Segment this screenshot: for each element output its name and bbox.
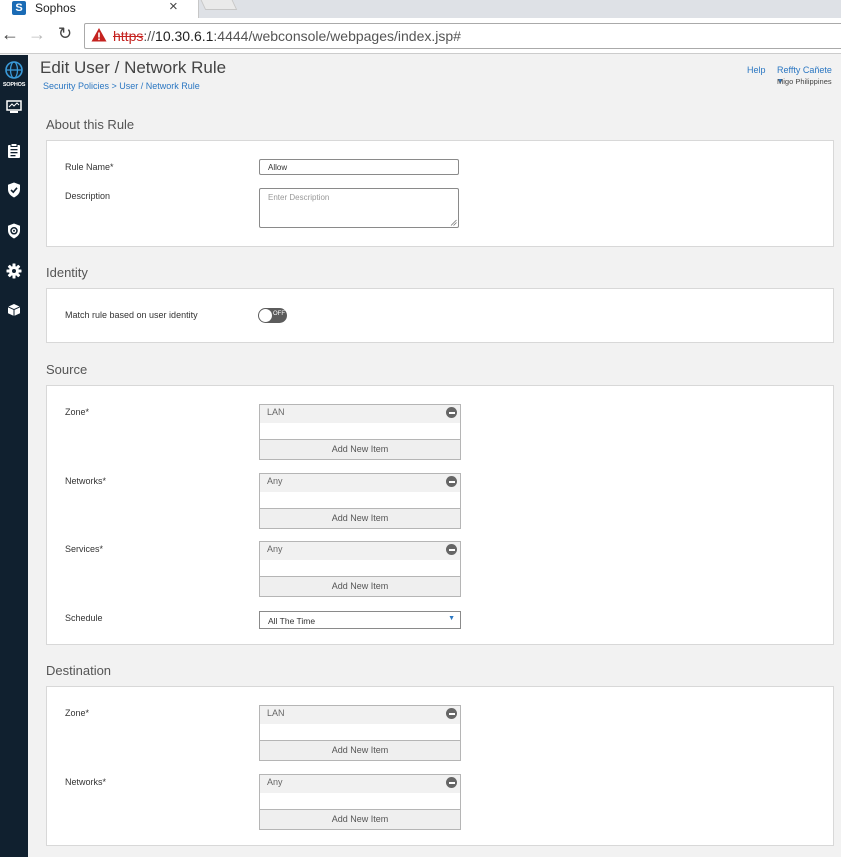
chevron-down-icon: ▼ <box>448 615 455 622</box>
tab-title: Sophos <box>35 1 76 15</box>
schedule-selected-value: All The Time <box>268 616 316 626</box>
destination-zone-label: Zone* <box>65 708 90 718</box>
not-secure-warning-icon <box>91 28 107 42</box>
list-item: Any <box>260 542 460 560</box>
destination-networks-label: Networks* <box>65 777 107 787</box>
tab-close-icon[interactable]: × <box>169 0 178 15</box>
remove-icon[interactable] <box>446 777 457 788</box>
page-title: Edit User / Network Rule <box>40 58 227 77</box>
source-section-title: Source <box>46 362 88 377</box>
schedule-label: Schedule <box>65 613 103 623</box>
services-list: Any Add New Item <box>259 541 461 597</box>
list-item: LAN <box>260 706 460 724</box>
source-zone-list: LAN Add New Item <box>259 404 461 460</box>
browser-tab-bar: S Sophos × <box>0 0 841 18</box>
remove-icon[interactable] <box>446 407 457 418</box>
match-identity-toggle[interactable]: OFF <box>258 308 287 323</box>
reports-icon[interactable] <box>4 143 24 163</box>
list-item: LAN <box>260 405 460 423</box>
source-zone-value: LAN <box>267 407 285 417</box>
destination-zone-list: LAN Add New Item <box>259 705 461 761</box>
destination-networks-list: Any Add New Item <box>259 774 461 830</box>
url-text: https://10.30.6.1:4444/webconsole/webpag… <box>113 28 461 44</box>
list-item: Any <box>260 474 460 492</box>
source-networks-add-button[interactable]: Add New Item <box>260 508 460 528</box>
user-name: Reffty Cañete <box>777 65 832 75</box>
services-add-button[interactable]: Add New Item <box>260 576 460 596</box>
remove-icon[interactable] <box>446 544 457 555</box>
shield-check-icon[interactable] <box>4 182 24 202</box>
box-icon[interactable] <box>4 303 24 323</box>
breadcrumb[interactable]: Security Policies > User / Network Rule <box>43 81 200 91</box>
list-item: Any <box>260 775 460 793</box>
sophos-logo[interactable]: SOPHOS <box>0 58 28 90</box>
destination-zone-add-button[interactable]: Add New Item <box>260 740 460 760</box>
description-label: Description <box>65 191 111 201</box>
destination-zone-value: LAN <box>267 708 285 718</box>
address-bar[interactable]: https://10.30.6.1:4444/webconsole/webpag… <box>84 23 841 49</box>
back-arrow-icon[interactable]: ← <box>0 24 20 45</box>
toggle-state-text: OFF <box>273 311 285 317</box>
source-networks-value: Any <box>267 476 283 486</box>
destination-networks-value: Any <box>267 777 283 787</box>
destination-networks-add-button[interactable]: Add New Item <box>260 809 460 829</box>
protection-icon[interactable] <box>4 223 24 243</box>
services-value: Any <box>267 544 283 554</box>
reload-icon[interactable]: ↻ <box>55 24 75 44</box>
globe-icon <box>5 61 23 79</box>
rule-name-input[interactable]: Allow <box>259 159 459 175</box>
left-sidebar: SOPHOS <box>0 55 28 857</box>
source-zone-add-button[interactable]: Add New Item <box>260 439 460 459</box>
description-placeholder: Enter Description <box>268 193 330 202</box>
monitor-icon[interactable] <box>4 100 24 120</box>
organization-name: Migo Philippines <box>777 77 832 86</box>
forward-arrow-icon[interactable]: → <box>27 24 47 45</box>
services-label: Services* <box>65 544 104 554</box>
source-networks-label: Networks* <box>65 476 107 486</box>
new-tab-button[interactable] <box>198 0 238 10</box>
destination-section-title: Destination <box>46 663 112 678</box>
browser-nav-bar: ← → ↻ https://10.30.6.1:4444/webconsole/… <box>0 18 841 54</box>
schedule-select[interactable]: All The Time ▼ <box>259 611 461 629</box>
rule-name-label: Rule Name* <box>65 162 114 172</box>
browser-tab[interactable]: S Sophos × <box>0 0 199 18</box>
description-textarea[interactable]: Enter Description <box>259 188 459 228</box>
source-networks-list: Any Add New Item <box>259 473 461 529</box>
resize-grip-icon[interactable] <box>450 219 457 226</box>
remove-icon[interactable] <box>446 476 457 487</box>
sidebar-logo-text: SOPHOS <box>2 82 26 88</box>
identity-section-title: Identity <box>46 265 88 280</box>
gear-icon[interactable] <box>4 263 24 283</box>
help-link[interactable]: Help <box>747 65 766 75</box>
match-identity-label: Match rule based on user identity <box>65 310 198 320</box>
about-section-title: About this Rule <box>46 117 135 132</box>
toggle-knob <box>259 309 272 322</box>
source-zone-label: Zone* <box>65 407 90 417</box>
sophos-favicon-icon: S <box>12 1 26 15</box>
remove-icon[interactable] <box>446 708 457 719</box>
